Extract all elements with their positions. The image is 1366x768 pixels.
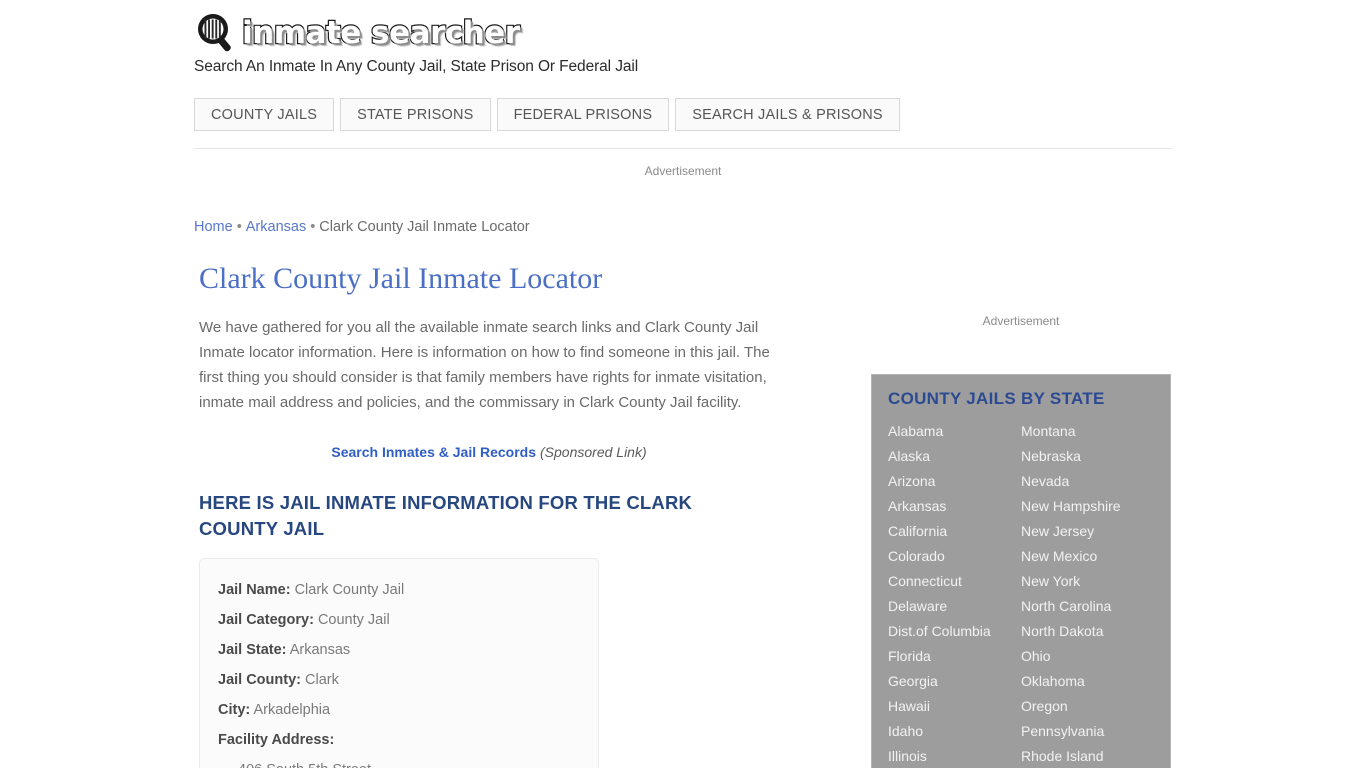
page-title: Clark County Jail Inmate Locator [199, 262, 603, 295]
states-panel-title: COUNTY JAILS BY STATE [888, 389, 1105, 408]
breadcrumb-link-home[interactable]: Home [194, 219, 233, 235]
state-link-new-jersey[interactable]: New Jersey [1021, 519, 1154, 544]
main-content: Clark County Jail Inmate Locator We have… [199, 262, 799, 542]
state-link-north-dakota[interactable]: North Dakota [1021, 619, 1154, 644]
site-tagline: Search An Inmate In Any County Jail, Sta… [194, 58, 639, 75]
state-link-idaho[interactable]: Idaho [888, 719, 1021, 744]
info-row-facility-address: Facility Address: [218, 725, 580, 755]
jail-info-box: Jail Name: Clark County Jail Jail Catego… [199, 558, 599, 768]
site-logo[interactable]: inmate searcher [194, 0, 1172, 54]
state-link-delaware[interactable]: Delaware [888, 594, 1021, 619]
info-value: Arkansas [289, 642, 351, 658]
site-header: inmate searcher Search An Inmate In Any … [194, 0, 1172, 76]
sidebar-advertisement-label: Advertisement [982, 314, 1060, 328]
sponsored-link-row: Search Inmates & Jail Records (Sponsored … [199, 444, 779, 460]
state-link-hawaii[interactable]: Hawaii [888, 694, 1021, 719]
state-link-new-york[interactable]: New York [1021, 569, 1154, 594]
state-link-connecticut[interactable]: Connecticut [888, 569, 1021, 594]
primary-navigation: COUNTY JAILS STATE PRISONS FEDERAL PRISO… [194, 98, 900, 131]
nav-item-state-prisons[interactable]: STATE PRISONS [340, 98, 491, 131]
state-link-ohio[interactable]: Ohio [1021, 644, 1154, 669]
state-link-pennsylvania[interactable]: Pennsylvania [1021, 719, 1154, 744]
state-link-oregon[interactable]: Oregon [1021, 694, 1154, 719]
top-advertisement-label: Advertisement [644, 164, 722, 178]
state-link-new-hampshire[interactable]: New Hampshire [1021, 494, 1154, 519]
breadcrumb-separator: • [310, 219, 316, 235]
state-link-montana[interactable]: Montana [1021, 419, 1154, 444]
info-row-city: City: Arkadelphia [218, 695, 580, 725]
info-value: Clark [305, 672, 339, 688]
state-link-alaska[interactable]: Alaska [888, 444, 1021, 469]
breadcrumb-link-arkansas[interactable]: Arkansas [246, 219, 306, 235]
state-link-colorado[interactable]: Colorado [888, 544, 1021, 569]
info-label: Jail County: [218, 672, 301, 688]
info-value: County Jail [317, 612, 390, 628]
info-value: Arkadelphia [253, 702, 331, 718]
section-heading: HERE IS JAIL INMATE INFORMATION FOR THE … [199, 492, 693, 539]
intro-paragraph: We have gathered for you all the availab… [199, 319, 770, 411]
state-link-nebraska[interactable]: Nebraska [1021, 444, 1154, 469]
states-columns: Alabama Alaska Arizona Arkansas Californ… [888, 419, 1154, 768]
breadcrumb-separator: • [236, 219, 242, 235]
state-link-alabama[interactable]: Alabama [888, 419, 1021, 444]
state-link-new-mexico[interactable]: New Mexico [1021, 544, 1154, 569]
states-column-left: Alabama Alaska Arizona Arkansas Californ… [888, 419, 1021, 768]
nav-item-federal-prisons[interactable]: FEDERAL PRISONS [496, 98, 670, 131]
info-label: Jail State: [218, 642, 287, 658]
states-column-right: Montana Nebraska Nevada New Hampshire Ne… [1021, 419, 1154, 768]
info-row-jail-category: Jail Category: County Jail [218, 605, 580, 635]
state-link-nevada[interactable]: Nevada [1021, 469, 1154, 494]
state-link-north-carolina[interactable]: North Carolina [1021, 594, 1154, 619]
header-divider [194, 148, 1172, 149]
info-label: Jail Category: [218, 612, 314, 628]
state-link-georgia[interactable]: Georgia [888, 669, 1021, 694]
state-link-florida[interactable]: Florida [888, 644, 1021, 669]
info-row-jail-county: Jail County: Clark [218, 665, 580, 695]
info-label: Facility Address: [218, 732, 335, 748]
state-link-rhode-island[interactable]: Rhode Island [1021, 744, 1154, 768]
sponsored-link[interactable]: Search Inmates & Jail Records [331, 444, 536, 460]
facility-address-line: 406 South 5th Street [218, 755, 580, 768]
nav-item-search-jails-prisons[interactable]: SEARCH JAILS & PRISONS [675, 98, 900, 131]
state-link-arizona[interactable]: Arizona [888, 469, 1021, 494]
logo-wordmark: inmate searcher [241, 14, 521, 51]
state-link-oklahoma[interactable]: Oklahoma [1021, 669, 1154, 694]
breadcrumb-current: Clark County Jail Inmate Locator [319, 219, 530, 235]
state-link-california[interactable]: California [888, 519, 1021, 544]
state-link-illinois[interactable]: Illinois [888, 744, 1021, 768]
state-link-dist-of-columbia[interactable]: Dist.of Columbia [888, 619, 1021, 644]
county-jails-by-state-panel: COUNTY JAILS BY STATE Alabama Alaska Ari… [871, 374, 1171, 768]
info-label: Jail Name: [218, 582, 291, 598]
info-value: Clark County Jail [294, 582, 405, 598]
info-row-jail-state: Jail State: Arkansas [218, 635, 580, 665]
nav-item-county-jails[interactable]: COUNTY JAILS [194, 98, 335, 131]
breadcrumb: Home • Arkansas • Clark County Jail Inmate L… [194, 219, 530, 235]
state-link-arkansas[interactable]: Arkansas [888, 494, 1021, 519]
page-root: inmate searcher Search An Inmate In Any … [0, 0, 1366, 768]
info-row-jail-name: Jail Name: Clark County Jail [218, 575, 580, 605]
sponsored-tag: (Sponsored Link) [540, 444, 647, 460]
magnifier-prison-bars-icon [194, 12, 240, 54]
info-label: City: [218, 702, 251, 718]
